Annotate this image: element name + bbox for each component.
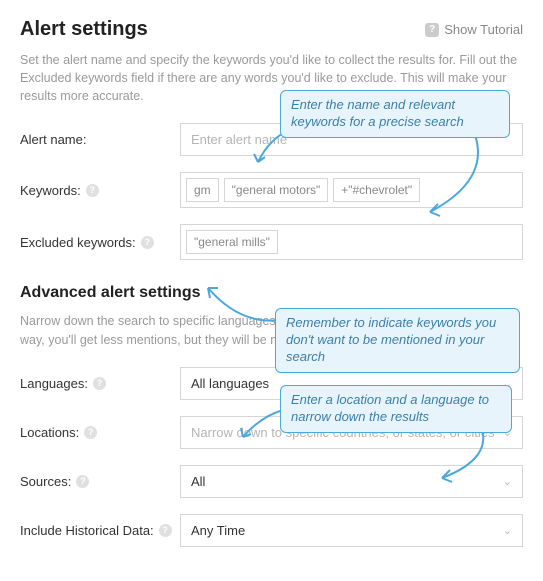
languages-label: Languages: [20, 376, 88, 391]
advanced-settings-title: Advanced alert settings [20, 284, 523, 302]
keyword-tag[interactable]: +"#chevrolet" [333, 178, 420, 202]
hint-icon[interactable]: ? [86, 184, 99, 197]
historical-value: Any Time [191, 523, 245, 538]
alert-name-label: Alert name: [20, 132, 86, 147]
keywords-label: Keywords: [20, 183, 81, 198]
page-title: Alert settings [20, 18, 148, 41]
keywords-input[interactable]: gm "general motors" +"#chevrolet" [180, 172, 523, 208]
languages-value: All languages [191, 376, 269, 391]
tutorial-label: Show Tutorial [444, 22, 523, 37]
keyword-tag[interactable]: "general motors" [224, 178, 329, 202]
excluded-keywords-input[interactable]: "general mills" [180, 224, 523, 260]
hint-icon[interactable]: ? [76, 475, 89, 488]
chevron-down-icon: ⌄ [503, 524, 512, 537]
hint-icon[interactable]: ? [141, 236, 154, 249]
historical-label: Include Historical Data: [20, 523, 154, 538]
keyword-tag[interactable]: "general mills" [186, 230, 278, 254]
hint-icon[interactable]: ? [93, 377, 106, 390]
excluded-keywords-label: Excluded keywords: [20, 235, 136, 250]
hint-icon[interactable]: ? [159, 524, 172, 537]
help-icon: ? [425, 23, 439, 37]
chevron-down-icon: ⌄ [503, 475, 512, 488]
tooltip-callout: Enter a location and a language to narro… [280, 385, 512, 433]
historical-select[interactable]: Any Time ⌄ [180, 514, 523, 547]
sources-select[interactable]: All ⌄ [180, 465, 523, 498]
tooltip-callout: Enter the name and relevant keywords for… [280, 90, 510, 138]
locations-label: Locations: [20, 425, 79, 440]
sources-label: Sources: [20, 474, 71, 489]
keyword-tag[interactable]: gm [186, 178, 219, 202]
show-tutorial-button[interactable]: ? Show Tutorial [425, 22, 523, 37]
tooltip-callout: Remember to indicate keywords you don't … [275, 308, 520, 373]
sources-value: All [191, 474, 205, 489]
hint-icon[interactable]: ? [84, 426, 97, 439]
